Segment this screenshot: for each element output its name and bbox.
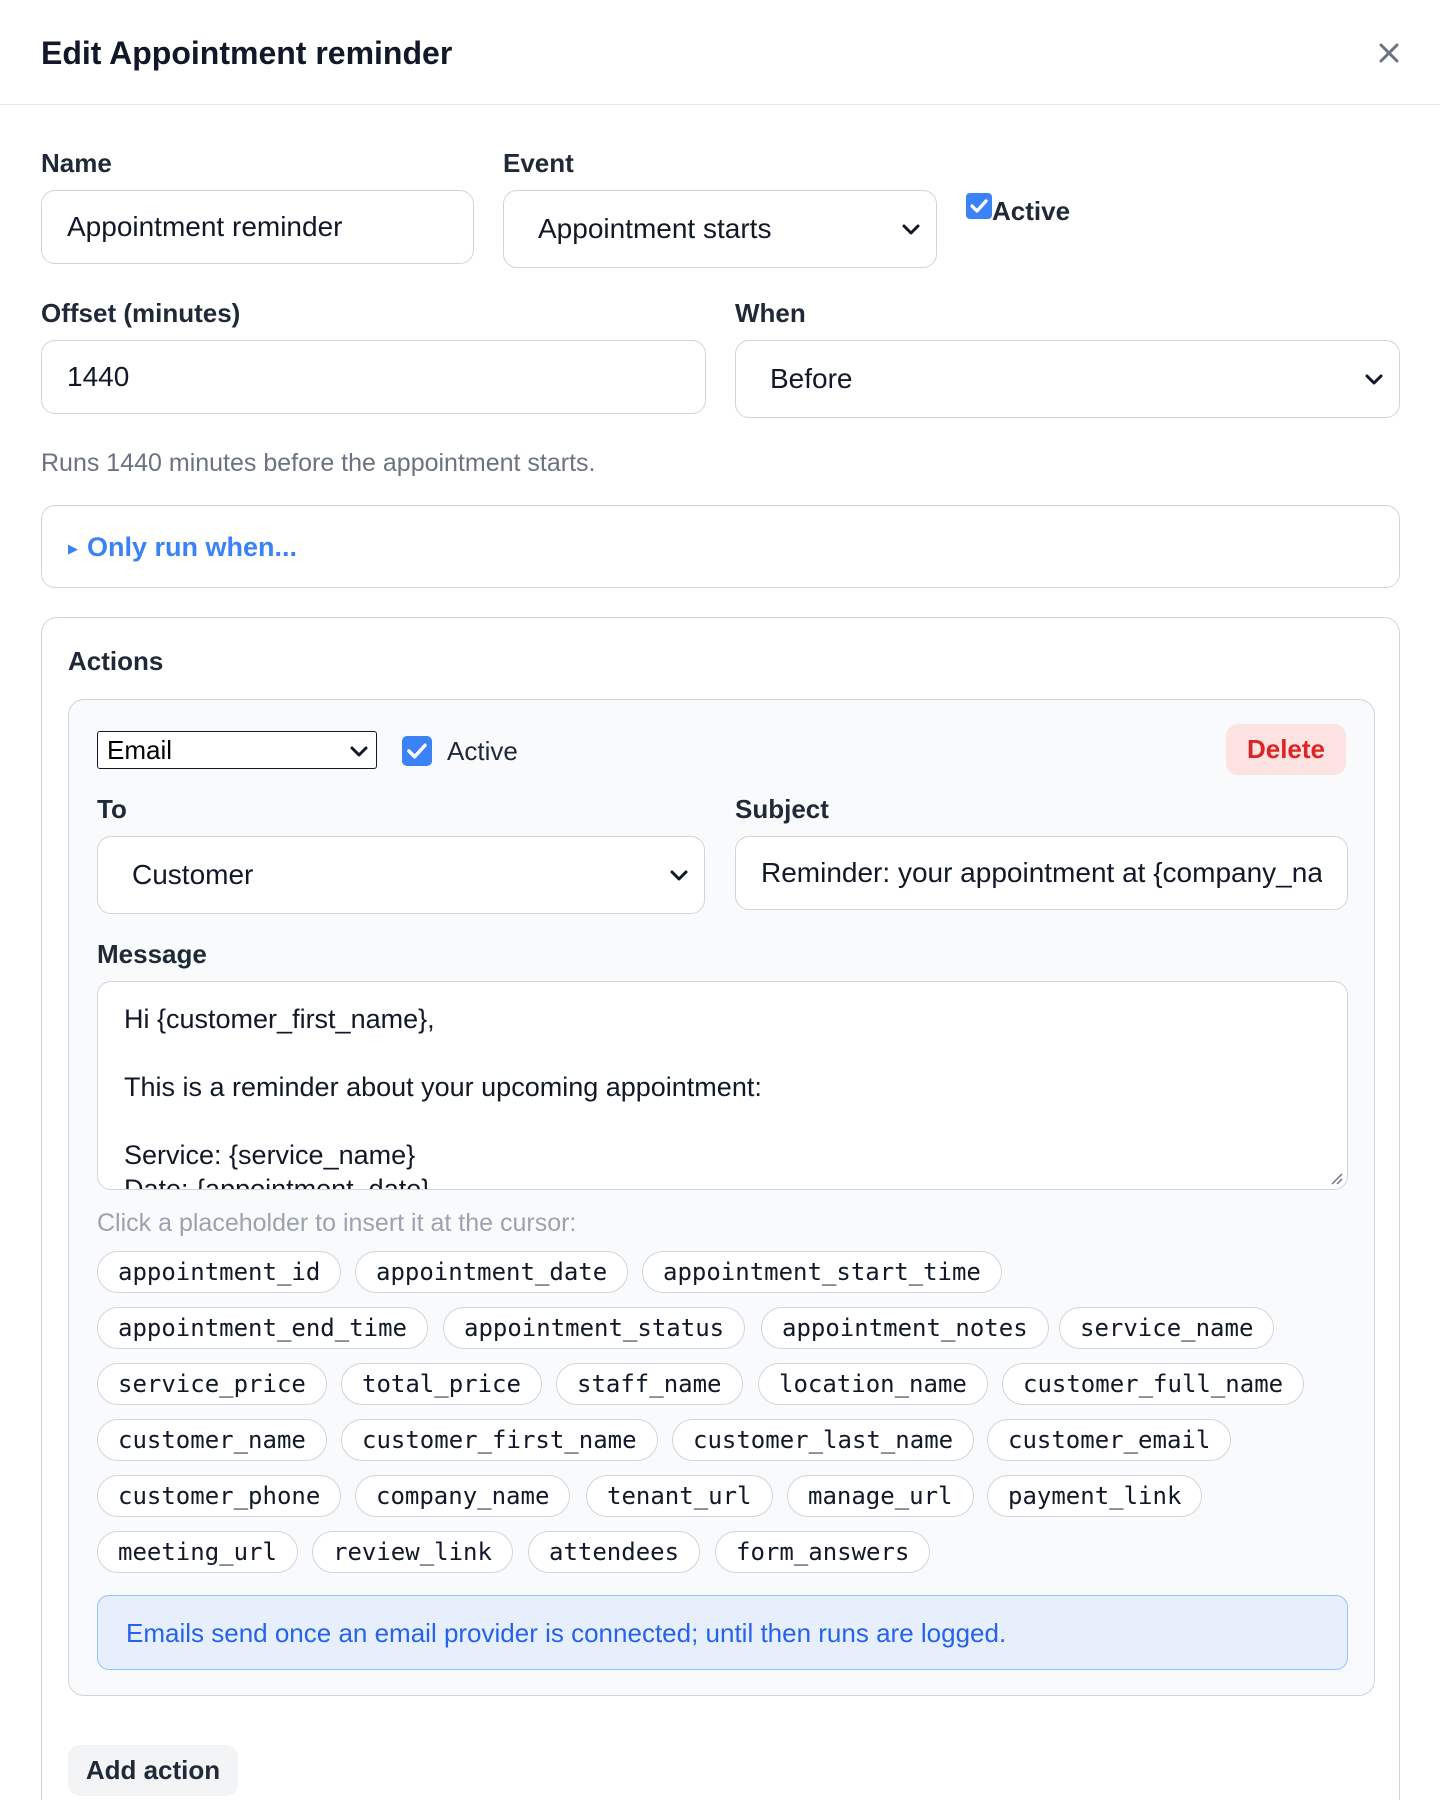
to-label: To bbox=[97, 794, 127, 824]
placeholder-chip[interactable]: manage_url bbox=[787, 1475, 974, 1517]
name-input[interactable] bbox=[41, 190, 474, 264]
modal-title: Edit Appointment reminder bbox=[41, 35, 453, 71]
chevron-down-icon bbox=[350, 746, 368, 757]
offset-hint: Runs 1440 minutes before the appointment… bbox=[41, 449, 596, 477]
action-card: Email Active Delete To Customer Subject bbox=[68, 699, 1375, 1696]
add-action-button[interactable]: Add action bbox=[68, 1745, 238, 1796]
placeholder-chip[interactable]: customer_full_name bbox=[1002, 1363, 1305, 1405]
action-active-checkbox[interactable] bbox=[402, 736, 432, 766]
placeholder-chip[interactable]: company_name bbox=[355, 1475, 571, 1517]
actions-title: Actions bbox=[68, 646, 164, 676]
placeholder-chip[interactable]: customer_email bbox=[987, 1419, 1232, 1461]
caret-right-icon: ▶ bbox=[68, 541, 78, 556]
action-type-value: Email bbox=[107, 735, 173, 765]
close-icon bbox=[1379, 43, 1399, 63]
email-provider-notice: Emails send once an email provider is co… bbox=[97, 1595, 1348, 1670]
subject-input[interactable] bbox=[735, 836, 1348, 910]
placeholder-hint: Click a placeholder to insert it at the … bbox=[97, 1209, 577, 1237]
placeholder-chip[interactable]: tenant_url bbox=[586, 1475, 773, 1517]
placeholder-chip[interactable]: customer_phone bbox=[97, 1475, 342, 1517]
name-label: Name bbox=[41, 148, 112, 178]
resize-handle-icon[interactable] bbox=[1328, 1170, 1344, 1186]
message-label: Message bbox=[97, 939, 207, 969]
only-run-when-toggle[interactable]: ▶ Only run when... bbox=[41, 505, 1400, 588]
placeholder-chip[interactable]: location_name bbox=[758, 1363, 988, 1405]
message-textarea[interactable]: Hi {customer_first_name}, This is a remi… bbox=[97, 981, 1348, 1190]
placeholder-chip[interactable]: customer_last_name bbox=[672, 1419, 975, 1461]
modal-header: Edit Appointment reminder bbox=[0, 0, 1440, 105]
placeholder-chip[interactable]: appointment_end_time bbox=[97, 1307, 428, 1349]
notice-text: Emails send once an email provider is co… bbox=[126, 1618, 1007, 1648]
check-icon bbox=[970, 199, 988, 213]
placeholder-chip[interactable]: attendees bbox=[528, 1531, 701, 1573]
edit-reminder-modal: Edit Appointment reminder Name Event App… bbox=[0, 0, 1440, 1800]
event-select-value: Appointment starts bbox=[538, 213, 772, 244]
event-select[interactable]: Appointment starts bbox=[503, 190, 937, 268]
rule-active-label: Active bbox=[992, 196, 1071, 226]
action-active-label: Active bbox=[447, 736, 518, 766]
message-content: Hi {customer_first_name}, This is a remi… bbox=[124, 1004, 762, 1190]
placeholder-chip[interactable]: customer_name bbox=[97, 1419, 327, 1461]
actions-section: Actions Email Active Delete To Customer bbox=[41, 617, 1400, 1800]
placeholder-chip[interactable]: appointment_notes bbox=[761, 1307, 1049, 1349]
placeholder-chip[interactable]: meeting_url bbox=[97, 1531, 298, 1573]
placeholder-chip[interactable]: service_name bbox=[1059, 1307, 1275, 1349]
offset-input[interactable] bbox=[41, 340, 706, 414]
chevron-down-icon bbox=[670, 870, 688, 881]
delete-action-button[interactable]: Delete bbox=[1226, 724, 1346, 775]
when-select[interactable]: Before bbox=[735, 340, 1400, 418]
to-select[interactable]: Customer bbox=[97, 836, 705, 914]
check-icon bbox=[407, 743, 427, 759]
when-label: When bbox=[735, 298, 806, 328]
only-run-when-label: Only run when... bbox=[87, 532, 298, 562]
when-select-value: Before bbox=[770, 363, 853, 394]
placeholder-chip[interactable]: appointment_date bbox=[355, 1251, 629, 1293]
placeholder-chip[interactable]: appointment_id bbox=[97, 1251, 342, 1293]
offset-label: Offset (minutes) bbox=[41, 298, 241, 328]
placeholder-chip[interactable]: customer_first_name bbox=[341, 1419, 658, 1461]
chevron-down-icon bbox=[902, 224, 920, 235]
placeholder-chip[interactable]: appointment_start_time bbox=[642, 1251, 1002, 1293]
action-type-select[interactable]: Email bbox=[97, 731, 377, 769]
placeholder-chip[interactable]: form_answers bbox=[715, 1531, 931, 1573]
chevron-down-icon bbox=[1365, 374, 1383, 385]
placeholder-chip[interactable]: review_link bbox=[312, 1531, 513, 1573]
to-select-value: Customer bbox=[132, 859, 254, 890]
placeholder-chip[interactable]: staff_name bbox=[556, 1363, 743, 1405]
rule-active-checkbox[interactable] bbox=[966, 193, 992, 219]
placeholder-chip[interactable]: appointment_status bbox=[443, 1307, 746, 1349]
event-label: Event bbox=[503, 148, 574, 178]
placeholder-chip[interactable]: total_price bbox=[341, 1363, 542, 1405]
placeholder-chip[interactable]: payment_link bbox=[987, 1475, 1203, 1517]
close-button[interactable] bbox=[1372, 36, 1406, 70]
placeholder-chip[interactable]: service_price bbox=[97, 1363, 327, 1405]
subject-label: Subject bbox=[735, 794, 829, 824]
